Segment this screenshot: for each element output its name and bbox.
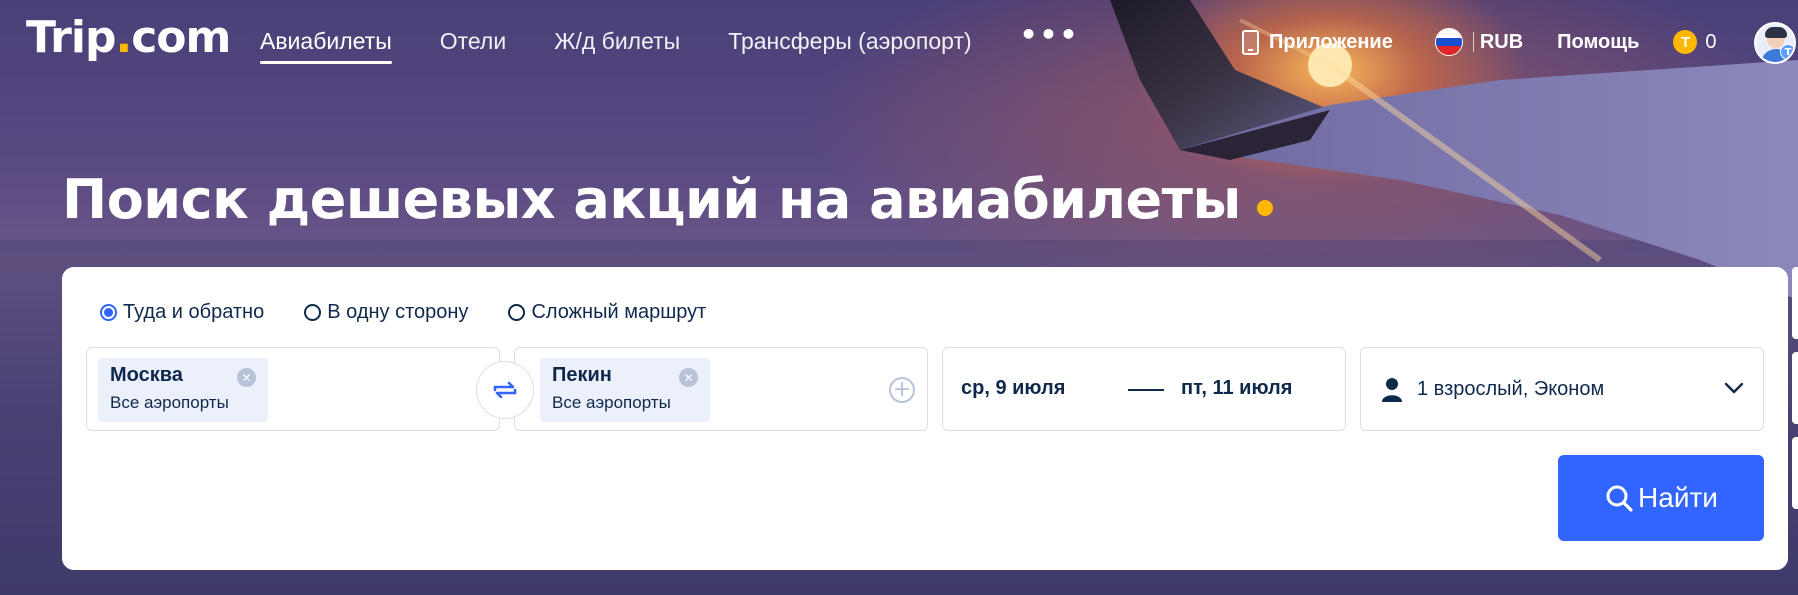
close-circle-icon[interactable]: ✕ — [237, 368, 256, 387]
avatar-badge: T — [1780, 44, 1794, 60]
from-field[interactable]: Москва Все аэропорты ✕ — [86, 347, 500, 431]
flight-search-card: Туда и обратно В одну сторону Сложный ма… — [62, 267, 1788, 570]
trip-type-label: Сложный маршрут — [531, 301, 707, 323]
to-city-name: Пекин — [552, 364, 612, 386]
chevron-down-icon[interactable] — [1723, 380, 1745, 396]
trip-coins[interactable]: T 0 — [1673, 30, 1717, 54]
swap-arrows-icon — [493, 381, 517, 399]
passengers-class-field[interactable]: 1 взрослый, Эконом — [1360, 347, 1764, 431]
nav-item-trains[interactable]: Ж/д билеты — [554, 28, 680, 64]
person-icon — [1382, 378, 1402, 402]
search-button[interactable]: Найти — [1558, 455, 1764, 541]
page-title: Поиск дешевых акций на авиабилеты — [62, 168, 1273, 231]
page-title-text: Поиск дешевых акций на авиабилеты — [62, 168, 1241, 231]
side-panel-edge — [1792, 352, 1798, 424]
dates-field[interactable]: ср, 9 июля пт, 11 июля — [942, 347, 1346, 431]
from-city-name: Москва — [110, 364, 183, 386]
trip-type-selector: Туда и обратно В одну сторону Сложный ма… — [100, 301, 706, 324]
side-panel-edge — [1792, 267, 1798, 339]
radio-multicity[interactable] — [508, 304, 526, 321]
user-avatar[interactable]: T — [1754, 22, 1796, 64]
coins-count: 0 — [1705, 30, 1717, 53]
trip-type-label: В одну сторону — [327, 301, 469, 323]
flag-ru-icon — [1434, 28, 1463, 56]
passengers-class-label: 1 взрослый, Эконом — [1417, 378, 1605, 400]
trip-type-oneway[interactable]: В одну сторону — [304, 301, 468, 324]
side-panel-edge — [1792, 437, 1798, 509]
currency-label: RUB — [1479, 30, 1524, 53]
logo-text-main: Trip — [26, 12, 116, 63]
search-button-label: Найти — [1638, 482, 1718, 513]
app-download-label: Приложение — [1269, 30, 1393, 53]
plus-circle-icon[interactable]: + — [889, 377, 915, 403]
from-city-chip[interactable]: Москва Все аэропорты ✕ — [98, 358, 268, 422]
nav-item-flights[interactable]: Авиабилеты — [260, 28, 392, 64]
logo-text-suffix: com — [131, 12, 231, 63]
title-dot-icon — [1256, 200, 1273, 216]
divider — [1472, 32, 1474, 52]
trip-logo[interactable]: Trip.com — [26, 12, 231, 63]
close-circle-icon[interactable]: ✕ — [679, 368, 698, 387]
more-menu-icon[interactable]: ••• — [1020, 21, 1080, 64]
main-nav: Авиабилеты Отели Ж/д билеты Трансферы (а… — [260, 21, 1080, 64]
to-city-chip[interactable]: Пекин Все аэропорты ✕ — [540, 358, 710, 422]
return-date[interactable]: пт, 11 июля — [1181, 377, 1292, 400]
trip-type-multicity[interactable]: Сложный маршрут — [508, 301, 706, 324]
trip-type-label: Туда и обратно — [123, 301, 265, 323]
from-city-airports: Все аэропорты — [110, 393, 229, 412]
radio-roundtrip[interactable] — [100, 304, 117, 321]
coin-icon: T — [1673, 30, 1698, 54]
avatar-hair — [1765, 27, 1787, 38]
to-field[interactable]: Пекин Все аэропорты ✕ + — [514, 347, 928, 431]
radio-oneway[interactable] — [304, 304, 322, 321]
header-right-group: Приложение RUB Помощь T 0 — [1242, 28, 1717, 56]
logo-dot: . — [115, 12, 132, 63]
trip-type-roundtrip[interactable]: Туда и обратно — [100, 301, 264, 324]
swap-cities-button[interactable] — [476, 361, 534, 419]
currency-language-selector[interactable]: RUB — [1434, 28, 1524, 56]
top-header: Trip.com Авиабилеты Отели Ж/д билеты Тра… — [0, 0, 1798, 88]
help-link[interactable]: Помощь — [1557, 31, 1639, 54]
app-download-link[interactable]: Приложение — [1242, 29, 1393, 55]
phone-icon — [1242, 29, 1259, 55]
date-range-dash — [1128, 389, 1164, 391]
nav-item-transfers[interactable]: Трансферы (аэропорт) — [728, 28, 971, 64]
depart-date[interactable]: ср, 9 июля — [961, 377, 1065, 400]
nav-item-hotels[interactable]: Отели — [440, 28, 506, 64]
to-city-airports: Все аэропорты — [552, 393, 671, 412]
search-icon — [1606, 485, 1633, 512]
